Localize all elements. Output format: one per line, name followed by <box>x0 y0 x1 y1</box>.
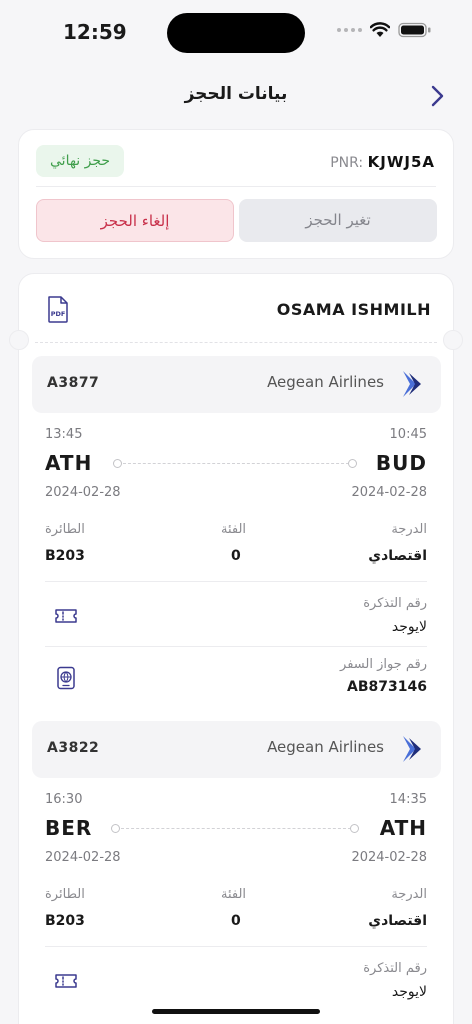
class-label: الدرجة <box>391 522 427 537</box>
signal-icon <box>337 28 362 32</box>
flight-number: A3822 <box>47 740 100 756</box>
ticket-notch-right <box>443 330 463 350</box>
arrival-date: 2024-02-28 <box>45 485 121 500</box>
class-value: اقتصادي <box>368 913 427 929</box>
status-badge: حجز نهائي <box>36 145 125 177</box>
page-title: بيانات الحجز <box>184 84 288 104</box>
class-label: الدرجة <box>391 887 427 902</box>
divider <box>45 581 427 582</box>
dynamic-island <box>167 13 305 53</box>
cancel-booking-button[interactable]: إلغاء الحجز <box>36 199 234 242</box>
route-dot-end <box>348 459 357 468</box>
divider <box>45 646 427 647</box>
change-booking-button[interactable]: تغير الحجز <box>239 199 437 242</box>
departure-date: 2024-02-28 <box>351 485 427 500</box>
arrival-date: 2024-02-28 <box>45 850 121 865</box>
divider <box>45 946 427 947</box>
ticket-number-label: رقم التذكرة <box>363 596 427 611</box>
back-chevron-icon[interactable] <box>426 84 448 108</box>
aircraft-label: الطائرة <box>45 887 85 902</box>
category-value: 0 <box>231 548 241 564</box>
departure-code: BUD <box>375 451 427 475</box>
airline-name: Aegean Airlines <box>267 373 384 391</box>
battery-icon <box>398 22 431 38</box>
route-line <box>123 463 349 464</box>
departure-time: 10:45 <box>389 427 427 442</box>
divider <box>36 186 436 187</box>
departure-time: 14:35 <box>389 792 427 807</box>
departure-code: ATH <box>379 816 427 840</box>
aircraft-value: B203 <box>45 548 85 564</box>
booking-summary-card: حجز نهائي PNR: KJWJ5A إلغاء الحجز تغير ا… <box>18 129 454 259</box>
arrival-code: BER <box>45 816 93 840</box>
ticket-icon <box>55 974 77 988</box>
flight-number: A3877 <box>47 375 100 391</box>
route-line <box>121 828 351 829</box>
airline-name: Aegean Airlines <box>267 738 384 756</box>
pnr: PNR: KJWJ5A <box>330 153 435 171</box>
arrival-time: 13:45 <box>45 427 83 442</box>
category-value: 0 <box>231 913 241 929</box>
departure-date: 2024-02-28 <box>351 850 427 865</box>
category-label: الفئة <box>221 522 247 537</box>
segment-header: A3822 Aegean Airlines <box>32 721 441 778</box>
ticket-icon <box>55 609 77 623</box>
ticket-card: PDF OSAMA ISHMILH A3877 Aegean Airlines … <box>18 273 454 1024</box>
ticket-notch-left <box>9 330 29 350</box>
pnr-label: PNR: <box>330 155 364 171</box>
airline-logo-icon <box>403 736 421 762</box>
ticket-number-value: لايوجد <box>391 984 427 1000</box>
wifi-icon <box>370 22 390 37</box>
route-dot-end <box>350 824 359 833</box>
aircraft-value: B203 <box>45 913 85 929</box>
segment-header: A3877 Aegean Airlines <box>32 356 441 413</box>
arrival-time: 16:30 <box>45 792 83 807</box>
passport-icon <box>57 666 75 690</box>
arrival-code: ATH <box>45 451 93 475</box>
route-dot-start <box>113 459 122 468</box>
svg-text:PDF: PDF <box>51 310 66 318</box>
category-label: الفئة <box>221 887 247 902</box>
passport-number-value: AB873146 <box>347 679 427 695</box>
ticket-number-label: رقم التذكرة <box>363 961 427 976</box>
status-time: 12:59 <box>63 20 127 44</box>
passport-number-label: رقم جواز السفر <box>340 657 427 672</box>
home-indicator[interactable] <box>152 1009 320 1014</box>
passenger-name: OSAMA ISHMILH <box>276 300 431 319</box>
aircraft-label: الطائرة <box>45 522 85 537</box>
pnr-value: KJWJ5A <box>367 153 435 171</box>
ticket-number-value: لايوجد <box>391 619 427 635</box>
route-dot-start <box>111 824 120 833</box>
ticket-perforation <box>35 342 437 343</box>
status-icons <box>337 22 432 38</box>
pdf-icon[interactable]: PDF <box>47 296 69 323</box>
class-value: اقتصادي <box>368 548 427 564</box>
airline-logo-icon <box>403 371 421 397</box>
